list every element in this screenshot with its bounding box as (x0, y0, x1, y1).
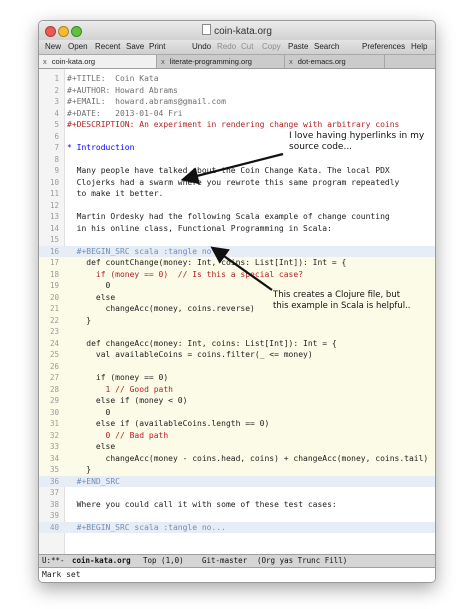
callout-clojure-line1: This creates a Clojure file, but (273, 290, 401, 300)
callout-hyperlinks-line1: I love having hyperlinks in my (289, 131, 425, 141)
callout-hyperlinks: I love having hyperlinks in my source co… (289, 131, 424, 153)
arrow-to-begin-src (210, 246, 273, 291)
arrow-to-link (180, 152, 284, 185)
callout-clojure: This creates a Clojure file, but this ex… (273, 290, 411, 312)
callout-clojure-line2: this example in Scala is helpful.. (273, 301, 411, 311)
callout-hyperlinks-line2: source code... (289, 142, 353, 152)
